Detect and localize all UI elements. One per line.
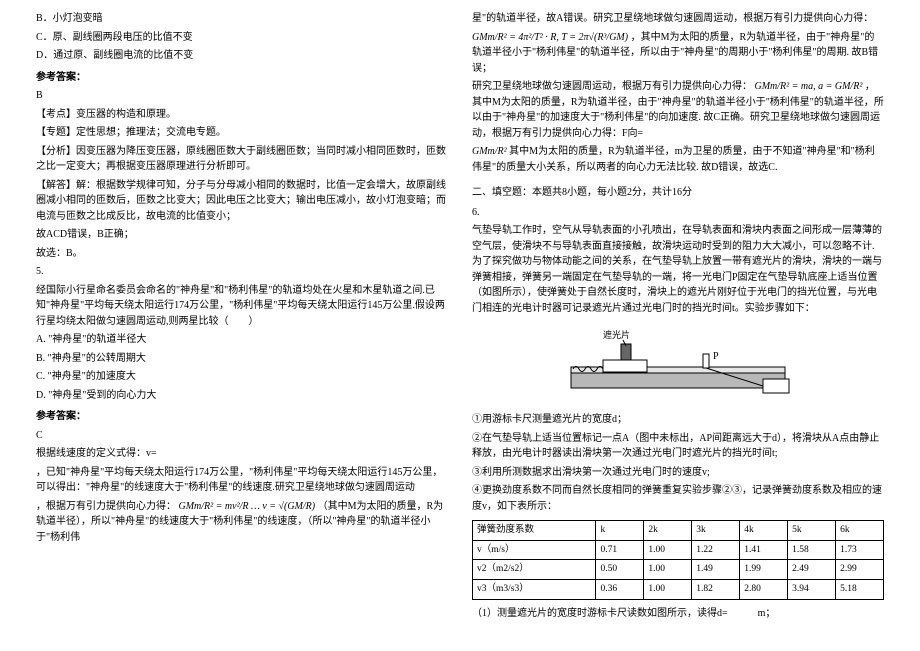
r-p3-wrap: 研究卫星绕地球做匀速圆周运动，根据万有引力提供向心力得： GMm/R² = ma… <box>472 79 884 141</box>
left-column: B．小灯泡变暗 C．原、副线圈两段电压的比值不变 D．通过原、副线圈电流的比值不… <box>24 8 460 643</box>
th: 6k <box>836 521 884 541</box>
td: 0.71 <box>596 540 644 560</box>
diagram-label-p: P <box>713 351 719 362</box>
td: v3（m3/s3） <box>473 580 596 600</box>
td: v（m/s） <box>473 540 596 560</box>
th: 3k <box>692 521 740 541</box>
formula-icon: GMm/R² = mv²/R … v = √(GM/R) <box>179 501 316 512</box>
r-p3: 研究卫星绕地球做匀速圆周运动，根据万有引力提供向心力得： <box>472 81 752 92</box>
q5-opt-a: A. "神舟星"的轨道半径大 <box>36 332 448 348</box>
zhuanti: 【专题】定性思想；推理法；交流电专题。 <box>36 125 448 141</box>
td: 0.50 <box>596 560 644 580</box>
jieda-result: 故ACD错误，B正确； <box>36 227 448 243</box>
q6-step4: ④更换劲度系数不同而自然长度相同的弹簧重复实验步骤②③，记录弹簧劲度系数及相应的… <box>472 483 884 514</box>
q5-text: 经国际小行星命名委员会命名的"神舟星"和"杨利伟星"的轨道均处在火星和木星轨道之… <box>36 283 448 330</box>
q5-answer-heading: 参考答案： <box>36 409 448 425</box>
td: 3.94 <box>788 580 836 600</box>
q6-text: 气垫导轨工作时，空气从导轨表面的小孔喷出，在导轨表面和滑块内表面之间形成一层薄薄… <box>472 223 884 316</box>
answer-heading: 参考答案： <box>36 70 448 86</box>
kaodian: 【考点】变压器的构造和原理。 <box>36 107 448 123</box>
r-p1: 星"的轨道半径，故A错误。研究卫星绕地球做匀速圆周运动，根据万有引力提供向心力得… <box>472 11 884 27</box>
section-2-title: 二、填空题：本题共8小题，每小题2分，共计16分 <box>472 185 884 201</box>
td: 1.49 <box>692 560 740 580</box>
q5-exp3-text: ，根据万有引力提供向心力得： <box>36 501 176 512</box>
td: 2.99 <box>836 560 884 580</box>
formula-icon: GMm/R² <box>472 146 507 157</box>
apparatus-diagram: 遮光片 P <box>563 324 793 404</box>
jieda-body: 【解答】解：根据数学规律可知，分子与分母减小相同的数据时，比值一定会增大，故原副… <box>36 178 448 225</box>
r-p4: 其中M为太阳的质量，R为轨道半径，m为卫星的质量，由于不知道"神舟星"和"杨利伟… <box>472 146 875 173</box>
q5-answer-value: C <box>36 428 448 444</box>
td: 0.36 <box>596 580 644 600</box>
td: 1.22 <box>692 540 740 560</box>
th: 4k <box>740 521 788 541</box>
answer-value: B <box>36 88 448 104</box>
td: 1.82 <box>692 580 740 600</box>
r-formula1: GMm/R² = 4π²/T² · R, T = 2π√(R³/GM) ，其中M… <box>472 30 884 77</box>
q6-step1: ①用游标卡尺测量遮光片的宽度d； <box>472 412 884 428</box>
formula-icon: GMm/R² = ma, a = GM/R² <box>755 81 863 92</box>
td: 2.80 <box>740 580 788 600</box>
td: 2.49 <box>788 560 836 580</box>
right-column: 星"的轨道半径，故A错误。研究卫星绕地球做匀速圆周运动，根据万有引力提供向心力得… <box>460 8 896 643</box>
th: 2k <box>644 521 692 541</box>
table-row: v2（m2/s2） 0.50 1.00 1.49 1.99 2.49 2.99 <box>473 560 884 580</box>
spring-table: 弹簧劲度系数 k 2k 3k 4k 5k 6k v（m/s） 0.71 1.00… <box>472 520 884 600</box>
th: k <box>596 521 644 541</box>
q5-number: 5. <box>36 264 448 280</box>
diagram-label-light: 遮光片 <box>603 329 630 340</box>
td: 1.00 <box>644 560 692 580</box>
q5-exp3: ，根据万有引力提供向心力得： GMm/R² = mv²/R … v = √(GM… <box>36 499 448 546</box>
q5-opt-c: C. "神舟星"的加速度大 <box>36 369 448 385</box>
q6-sub1: （1）测量遮光片的宽度时游标卡尺读数如图所示，读得d= m； <box>472 606 884 622</box>
td: 1.73 <box>836 540 884 560</box>
page-container: B．小灯泡变暗 C．原、副线圈两段电压的比值不变 D．通过原、副线圈电流的比值不… <box>0 0 920 651</box>
td: 1.00 <box>644 540 692 560</box>
q5-exp2: ，已知"神舟星"平均每天绕太阳运行174万公里，"杨利伟星"平均每天绕太阳运行1… <box>36 465 448 496</box>
td: 1.99 <box>740 560 788 580</box>
option-b: B．小灯泡变暗 <box>36 11 448 27</box>
td: 5.18 <box>836 580 884 600</box>
td: 1.41 <box>740 540 788 560</box>
q5-opt-d: D. "神舟星"受到的向心力大 <box>36 388 448 404</box>
q6-step3: ③利用所测数据求出滑块第一次通过光电门时的速度v; <box>472 465 884 481</box>
jieda-select: 故选：B。 <box>36 246 448 262</box>
table-row: 弹簧劲度系数 k 2k 3k 4k 5k 6k <box>473 521 884 541</box>
option-d: D．通过原、副线圈电流的比值不变 <box>36 48 448 64</box>
table-row: v3（m3/s3） 0.36 1.00 1.82 2.80 3.94 5.18 <box>473 580 884 600</box>
q6-number: 6. <box>472 205 884 221</box>
q5-opt-b: B. "神舟星"的公转周期大 <box>36 351 448 367</box>
q6-step2: ②在气垫导轨上适当位置标记一点A（图中未标出，AP间距离远大于d），将滑块从A点… <box>472 431 884 462</box>
td: 1.00 <box>644 580 692 600</box>
table-row: v（m/s） 0.71 1.00 1.22 1.41 1.58 1.73 <box>473 540 884 560</box>
td: 1.58 <box>788 540 836 560</box>
r-formula3: GMm/R² 其中M为太阳的质量，R为轨道半径，m为卫星的质量，由于不知道"神舟… <box>472 144 884 175</box>
formula-icon: GMm/R² = 4π²/T² · R, T = 2π√(R³/GM) <box>472 32 628 43</box>
option-c: C．原、副线圈两段电压的比值不变 <box>36 30 448 46</box>
th: 弹簧劲度系数 <box>473 521 596 541</box>
td: v2（m2/s2） <box>473 560 596 580</box>
q5-exp1: 根据线速度的定义式得：v= <box>36 446 448 462</box>
fenxi: 【分析】因变压器为降压变压器，原线圈匝数大于副线圈匝数；当同时减小相同匝数时，匝… <box>36 144 448 175</box>
th: 5k <box>788 521 836 541</box>
